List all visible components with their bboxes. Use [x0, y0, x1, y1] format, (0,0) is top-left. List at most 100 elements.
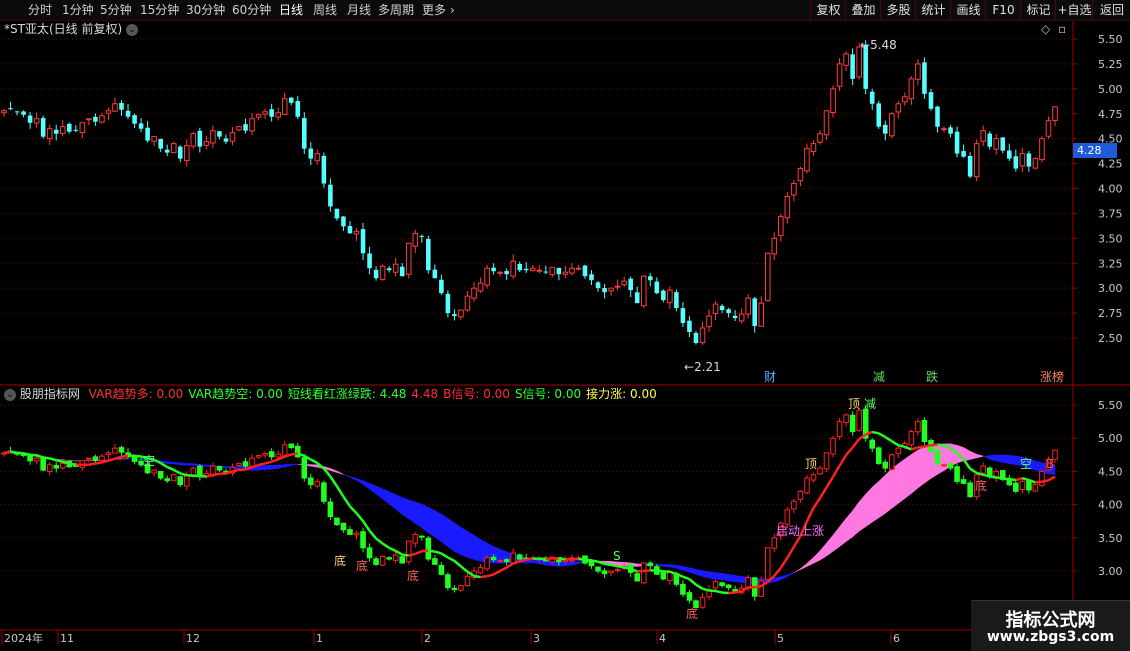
candle-body[interactable] — [491, 268, 496, 272]
period-tab-8[interactable]: 月线 — [347, 2, 371, 18]
candle-body[interactable] — [615, 286, 620, 287]
candle-body[interactable] — [426, 239, 431, 270]
candle-body[interactable] — [132, 115, 137, 124]
candle-body[interactable] — [472, 288, 477, 298]
candle-body[interactable] — [250, 119, 255, 131]
candle-body[interactable] — [1033, 159, 1038, 168]
candle-body[interactable] — [576, 268, 581, 269]
candle-body[interactable] — [413, 233, 418, 246]
candle-body[interactable] — [909, 79, 914, 99]
candle-body[interactable] — [713, 304, 718, 313]
period-tab-7[interactable]: 周线 — [313, 2, 337, 18]
candle-body[interactable] — [726, 309, 731, 313]
period-tab-1[interactable]: 1分钟 — [62, 2, 94, 18]
candle-body[interactable] — [1000, 137, 1005, 150]
candle-body[interactable] — [230, 133, 235, 142]
candle-body[interactable] — [752, 298, 757, 326]
candle-body[interactable] — [942, 129, 947, 130]
candle-body[interactable] — [302, 118, 307, 149]
candle-body[interactable] — [968, 156, 973, 177]
candle-body[interactable] — [779, 216, 784, 235]
candle-body[interactable] — [309, 149, 314, 159]
candle-body[interactable] — [589, 274, 594, 280]
candle-body[interactable] — [916, 64, 921, 79]
diamond-icon[interactable]: ◇ — [1041, 22, 1050, 36]
candle-body[interactable] — [15, 111, 20, 112]
candle-body[interactable] — [524, 269, 529, 270]
candle-body[interactable] — [263, 112, 268, 114]
event-drop[interactable]: 跌 — [926, 370, 938, 384]
candle-body[interactable] — [354, 231, 359, 234]
candle-body[interactable] — [1046, 121, 1051, 136]
candle-body[interactable] — [818, 134, 823, 143]
candle-body[interactable] — [328, 185, 333, 207]
candle-body[interactable] — [191, 134, 196, 146]
candle-body[interactable] — [733, 316, 738, 318]
candle-body[interactable] — [961, 151, 966, 157]
candle-body[interactable] — [955, 132, 960, 154]
candle-body[interactable] — [34, 119, 39, 123]
candle-body[interactable] — [335, 209, 340, 219]
candle-body[interactable] — [563, 272, 568, 274]
candle-body[interactable] — [315, 154, 320, 161]
candle-body[interactable] — [530, 268, 535, 270]
candle-body[interactable] — [687, 321, 692, 332]
candle-body[interactable] — [948, 127, 953, 133]
candle-body[interactable] — [557, 268, 562, 274]
candle-body[interactable] — [694, 333, 699, 343]
candle-body[interactable] — [831, 89, 836, 113]
candle-body[interactable] — [870, 92, 875, 104]
candle-body[interactable] — [465, 296, 470, 310]
candle-body[interactable] — [876, 103, 881, 126]
candle-body[interactable] — [393, 264, 398, 272]
candle-body[interactable] — [113, 104, 118, 111]
candle-body[interactable] — [184, 146, 189, 161]
candle-body[interactable] — [380, 266, 385, 279]
candle-body[interactable] — [211, 131, 216, 143]
candle-body[interactable] — [544, 272, 549, 273]
candle-body[interactable] — [289, 98, 294, 103]
candle-body[interactable] — [974, 144, 979, 177]
candle-body[interactable] — [550, 267, 555, 274]
candle-body[interactable] — [100, 116, 105, 122]
candle-body[interactable] — [54, 130, 59, 134]
candle-body[interactable] — [648, 276, 653, 280]
candle-body[interactable] — [798, 169, 803, 181]
candle-body[interactable] — [152, 137, 157, 141]
candle-body[interactable] — [126, 111, 131, 117]
candle-body[interactable] — [759, 303, 764, 326]
candle-body[interactable] — [596, 282, 601, 288]
candle-body[interactable] — [348, 226, 353, 233]
candle-body[interactable] — [282, 99, 287, 115]
candle-body[interactable] — [504, 271, 509, 274]
candle-body[interactable] — [2, 111, 7, 113]
candle-body[interactable] — [400, 267, 405, 276]
candle-body[interactable] — [511, 261, 516, 276]
period-tab-10[interactable]: 更多 — [422, 2, 446, 18]
candle-body[interactable] — [498, 272, 503, 273]
candle-body[interactable] — [929, 92, 934, 109]
candle-body[interactable] — [217, 131, 222, 136]
candle-body[interactable] — [1053, 107, 1058, 121]
candle-body[interactable] — [635, 292, 640, 303]
candle-body[interactable] — [1014, 156, 1019, 168]
toolbar-button-1[interactable]: 叠加 — [845, 0, 881, 20]
event-limit-up-list[interactable]: 涨榜 — [1040, 370, 1064, 384]
candle-body[interactable] — [420, 236, 425, 237]
candle-body[interactable] — [883, 125, 888, 134]
period-tab-3[interactable]: 15分钟 — [140, 2, 179, 18]
candle-body[interactable] — [850, 54, 855, 79]
candle-body[interactable] — [198, 131, 203, 147]
candle-body[interactable] — [622, 281, 627, 284]
candle-body[interactable] — [60, 127, 65, 134]
candle-body[interactable] — [981, 131, 986, 142]
candle-body[interactable] — [570, 268, 575, 273]
candle-body[interactable] — [628, 279, 633, 291]
candle-body[interactable] — [1027, 153, 1032, 166]
candle-body[interactable] — [452, 314, 457, 316]
candle-body[interactable] — [1007, 150, 1012, 158]
candle-body[interactable] — [739, 314, 744, 321]
candle-body[interactable] — [178, 147, 183, 159]
candle-body[interactable] — [994, 139, 999, 149]
candle-body[interactable] — [93, 117, 98, 122]
